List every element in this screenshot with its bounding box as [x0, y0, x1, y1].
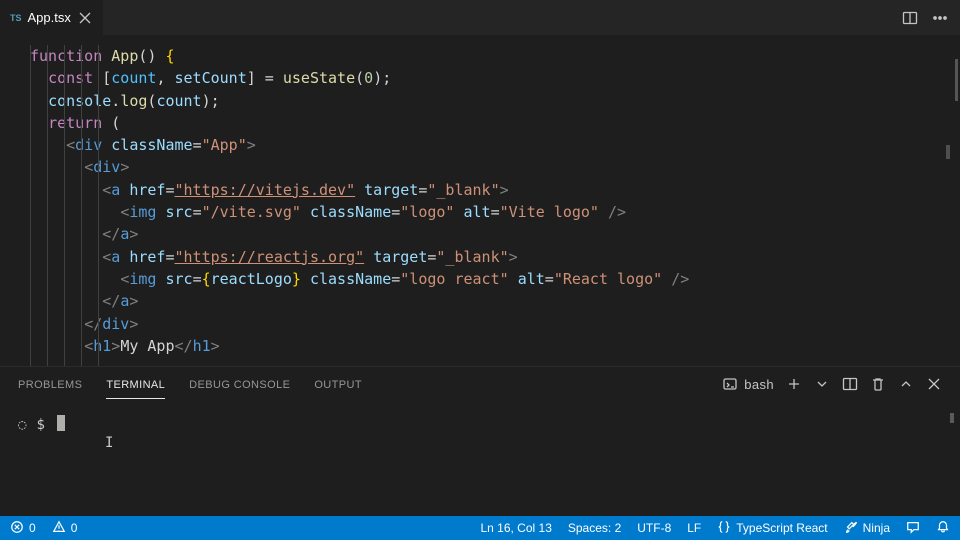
close-panel-icon[interactable] [926, 376, 942, 392]
bottom-panel: PROBLEMS TERMINAL DEBUG CONSOLE OUTPUT b… [0, 366, 960, 516]
bell-icon [936, 520, 950, 537]
status-error-count: 0 [29, 521, 36, 535]
terminal-body[interactable]: ◌ $ I [0, 401, 960, 516]
status-language-label: TypeScript React [736, 521, 827, 535]
close-icon[interactable] [77, 10, 93, 26]
panel-tab-output[interactable]: OUTPUT [314, 370, 362, 398]
terminal-profile-icon [722, 376, 738, 392]
code-editor[interactable]: function App() { const [count, setCount]… [0, 35, 960, 366]
status-ninja[interactable]: Ninja [844, 520, 890, 537]
terminal-shell-name: bash [744, 377, 774, 392]
editor-tab-bar: TS App.tsx [0, 0, 960, 35]
new-terminal-icon[interactable] [786, 376, 802, 392]
terminal-dropdown-icon[interactable] [814, 376, 830, 392]
warning-icon [52, 520, 66, 537]
status-ninja-label: Ninja [863, 521, 890, 535]
feedback-icon [906, 520, 920, 537]
panel-tab-debug-console[interactable]: DEBUG CONSOLE [189, 370, 290, 398]
status-notifications[interactable] [936, 520, 950, 537]
error-icon [10, 520, 24, 537]
terminal-scrollbar[interactable] [950, 413, 954, 423]
tab-filename: App.tsx [28, 10, 71, 25]
terminal-prompt: $ [36, 417, 44, 433]
rocket-icon [844, 520, 858, 537]
minimap-scrollbar[interactable] [955, 59, 958, 101]
tab-app-tsx[interactable]: TS App.tsx [0, 0, 104, 35]
status-feedback[interactable] [906, 520, 920, 537]
spinner-icon: ◌ [18, 417, 28, 433]
split-terminal-icon[interactable] [842, 376, 858, 392]
status-indentation[interactable]: Spaces: 2 [568, 521, 621, 535]
more-actions-icon[interactable] [932, 10, 948, 26]
kill-terminal-icon[interactable] [870, 376, 886, 392]
code-content[interactable]: function App() { const [count, setCount]… [30, 45, 960, 357]
terminal-shell-selector[interactable]: bash [722, 376, 774, 392]
status-encoding[interactable]: UTF-8 [637, 521, 671, 535]
maximize-panel-icon[interactable] [898, 376, 914, 392]
status-errors[interactable]: 0 [10, 520, 36, 537]
overview-ruler-mark [946, 145, 950, 159]
status-language-mode[interactable]: TypeScript React [717, 520, 827, 537]
split-editor-icon[interactable] [902, 10, 918, 26]
status-warnings[interactable]: 0 [52, 520, 78, 537]
panel-tab-problems[interactable]: PROBLEMS [18, 370, 82, 398]
typescript-react-icon: TS [10, 13, 22, 23]
braces-icon [717, 520, 731, 537]
panel-tab-terminal[interactable]: TERMINAL [106, 370, 165, 399]
status-cursor-position[interactable]: Ln 16, Col 13 [480, 521, 551, 535]
status-eol[interactable]: LF [687, 521, 701, 535]
terminal-cursor [57, 415, 65, 431]
status-warning-count: 0 [71, 521, 78, 535]
text-cursor-icon: I [105, 435, 113, 451]
status-bar: 0 0 Ln 16, Col 13 Spaces: 2 UTF-8 LF Typ… [0, 516, 960, 540]
